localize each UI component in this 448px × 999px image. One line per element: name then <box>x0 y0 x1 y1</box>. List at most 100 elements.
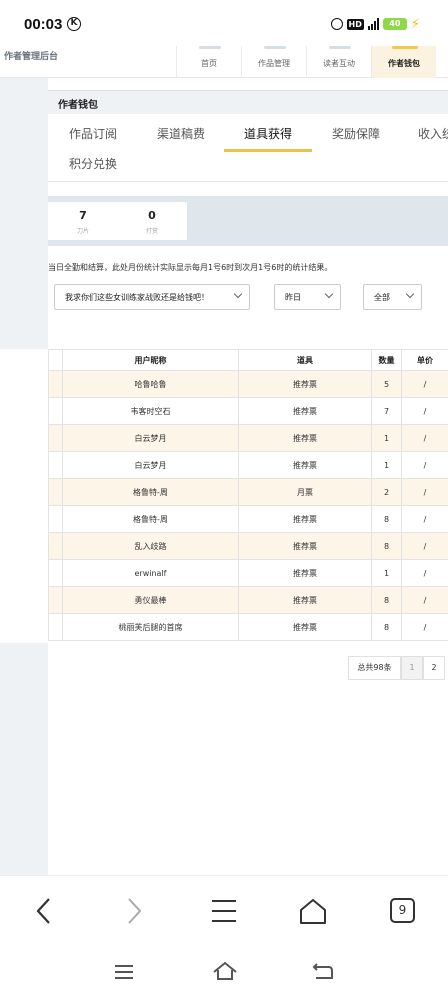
table-row: 勇仪最棒 推荐票 8/ <box>48 586 448 614</box>
cell-nickname: erwinalf <box>62 559 239 587</box>
cell-quantity: 8 <box>371 505 402 533</box>
cell-quantity: 8 <box>371 532 402 560</box>
tab-income-stats[interactable]: 收入统 <box>418 125 448 142</box>
table-header-row: 用户昵称 道具 数量 单价 <box>48 349 448 371</box>
chevron-down-icon <box>405 289 415 299</box>
cell-item: 推荐票 <box>238 559 372 587</box>
cell-price: / <box>401 505 448 533</box>
cell-item: 推荐票 <box>238 586 372 614</box>
hd-badge: HD <box>346 18 364 30</box>
chevron-down-icon <box>324 289 334 299</box>
date-select[interactable]: 昨日 <box>274 284 341 310</box>
tabs-count-button[interactable]: 9 <box>390 898 415 923</box>
status-time: 00:03 <box>24 16 63 33</box>
k-badge-icon: K <box>67 17 81 31</box>
home-icon[interactable] <box>298 896 328 926</box>
tab-subscriptions[interactable]: 作品订阅 <box>69 125 117 142</box>
cell-quantity: 7 <box>371 397 402 425</box>
cell-quantity: 8 <box>371 586 402 614</box>
table-row: 格鲁特-周 推荐票 8/ <box>48 505 448 533</box>
cell-nickname: 白云梦月 <box>62 451 239 479</box>
cell-price: / <box>401 397 448 425</box>
table-row: 桃丽芙后腿的首席 推荐票 8/ <box>48 613 448 641</box>
system-home-icon[interactable] <box>212 961 238 981</box>
tab-rewards[interactable]: 奖励保障 <box>332 125 380 142</box>
status-icons: HD 40 ⚡ <box>330 16 420 32</box>
status-bar: 00:03 K HD 40 ⚡ <box>0 0 448 46</box>
cell-nickname: 韦客时空石 <box>62 397 239 425</box>
nav-tab-home[interactable]: 首页 <box>176 46 241 78</box>
cell-price: / <box>401 478 448 506</box>
nav-tab-wallet[interactable]: 作者钱包 <box>371 46 436 78</box>
col-item: 道具 <box>238 349 372 371</box>
stat-tips: 0 打赏 <box>117 202 187 240</box>
cell-item: 推荐票 <box>238 613 372 641</box>
cell-item: 推荐票 <box>238 505 372 533</box>
cell-item: 推荐票 <box>238 451 372 479</box>
active-tab-indicator <box>224 149 312 152</box>
table-row: 哈鲁哈鲁 推荐票 5/ <box>48 370 448 398</box>
forward-icon[interactable] <box>122 896 146 926</box>
nav-tab-readers[interactable]: 读者互动 <box>306 46 371 78</box>
tab-points-exchange[interactable]: 积分兑换 <box>69 155 117 172</box>
cell-price: / <box>401 586 448 614</box>
battery-icon: 40 <box>382 18 407 30</box>
cell-nickname: 乱入歧路 <box>62 532 239 560</box>
cell-nickname: 格鲁特-周 <box>62 478 239 506</box>
row-gutter <box>48 559 63 587</box>
page-1-button[interactable]: 1 <box>401 656 423 680</box>
table-row: 格鲁特-周 月票 2/ <box>48 478 448 506</box>
page-2-button[interactable]: 2 <box>423 656 445 680</box>
cell-quantity: 1 <box>371 451 402 479</box>
table-row: 白云梦月 推荐票 1/ <box>48 451 448 479</box>
back-icon[interactable] <box>32 896 56 926</box>
col-quantity: 数量 <box>371 349 402 371</box>
recent-apps-icon[interactable] <box>114 964 134 980</box>
table-row: 乱入歧路 推荐票 8/ <box>48 532 448 560</box>
table-row: 白云梦月 推荐票 1/ <box>48 424 448 452</box>
tab-props[interactable]: 道具获得 <box>244 125 292 142</box>
cell-price: / <box>401 451 448 479</box>
table-row: 韦客时空石 推荐票 7/ <box>48 397 448 425</box>
statistics-notice: 当日全勤和结算，此处月份统计实际显示每月1号6时到次月1号6时的统计结果。 <box>48 263 333 272</box>
tab-channel-fees[interactable]: 渠道稿费 <box>157 125 205 142</box>
row-gutter <box>48 613 63 641</box>
row-gutter <box>48 478 63 506</box>
book-select[interactable]: 我求你们这些女训练家战败还是给钱吧！ <box>54 284 250 310</box>
charging-icon: ⚡ <box>410 16 420 32</box>
cell-nickname: 白云梦月 <box>62 424 239 452</box>
cell-quantity: 8 <box>371 613 402 641</box>
cell-nickname: 桃丽芙后腿的首席 <box>62 613 239 641</box>
wallet-header: 作者钱包 <box>48 90 448 114</box>
cell-price: / <box>401 370 448 398</box>
cell-quantity: 5 <box>371 370 402 398</box>
nav-tab-works[interactable]: 作品管理 <box>241 46 306 78</box>
site-title: 作者管理后台 <box>4 52 59 62</box>
cell-item: 推荐票 <box>238 532 372 560</box>
cell-item: 推荐票 <box>238 424 372 452</box>
chevron-down-icon <box>233 289 243 299</box>
row-gutter <box>48 586 63 614</box>
row-gutter <box>48 505 63 533</box>
type-select[interactable]: 全部 <box>363 284 422 310</box>
system-back-icon[interactable] <box>312 962 334 980</box>
cell-quantity: 1 <box>371 559 402 587</box>
cell-quantity: 1 <box>371 424 402 452</box>
col-nickname: 用户昵称 <box>62 349 239 371</box>
cell-price: / <box>401 532 448 560</box>
signal-icon <box>367 18 379 30</box>
row-gutter <box>48 532 63 560</box>
row-gutter <box>48 451 63 479</box>
wallet-title: 作者钱包 <box>58 100 98 111</box>
alarm-icon <box>330 18 343 30</box>
site-header: 作者管理后台 首页 作品管理 读者互动 作者钱包 <box>0 46 448 78</box>
row-gutter <box>48 370 63 398</box>
cell-nickname: 格鲁特-周 <box>62 505 239 533</box>
row-gutter <box>48 424 63 452</box>
site-nav: 首页 作品管理 读者互动 作者钱包 <box>176 46 436 78</box>
menu-icon[interactable] <box>211 896 237 926</box>
row-gutter <box>48 397 63 425</box>
cell-item: 推荐票 <box>238 370 372 398</box>
cell-price: / <box>401 559 448 587</box>
cell-price: / <box>401 613 448 641</box>
